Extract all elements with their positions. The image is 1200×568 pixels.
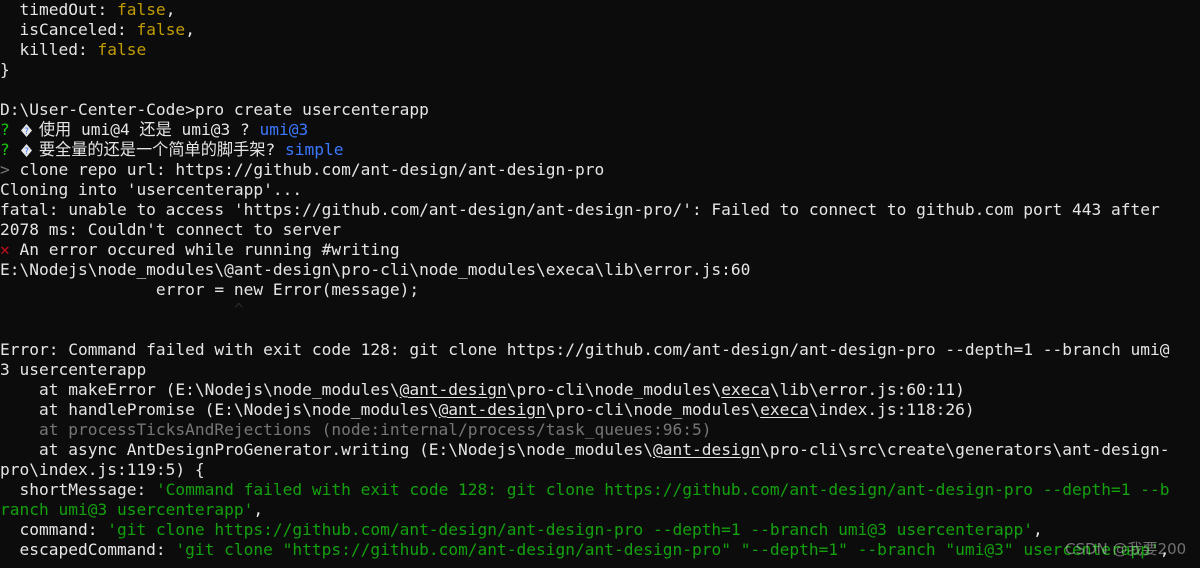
line-prompt-command: D:\User-Center-Code>pro create usercente… bbox=[0, 100, 1170, 120]
line-fatal-2: 2078 ms: Couldn't connect to server bbox=[0, 220, 1170, 240]
line-command-seg-1: 'git clone https://github.com/ant-design… bbox=[107, 520, 1034, 539]
line-command-seg-2: , bbox=[1033, 520, 1043, 539]
prompt-diamond-icon: ? bbox=[20, 140, 32, 160]
line-timedout: timedOut: false, bbox=[0, 0, 1170, 20]
svg-text:?: ? bbox=[23, 147, 28, 157]
line-blank-1 bbox=[0, 80, 1170, 100]
line-at-makeerror-seg-4: \lib\error.js:60:11) bbox=[769, 380, 965, 399]
line-timedout-seg-0: timedOut: bbox=[0, 0, 117, 19]
line-question-umi: ? ? 使用 umi@4 还是 umi@3 ? umi@3 bbox=[0, 120, 1170, 140]
line-at-handlepromise-seg-0: at handlePromise (E:\Nodejs\node_modules… bbox=[0, 400, 439, 419]
line-shortmessage: shortMessage: 'Command failed with exit … bbox=[0, 480, 1170, 500]
line-cloning-into: Cloning into 'usercenterapp'... bbox=[0, 180, 1170, 200]
line-at-handlepromise-seg-3: execa bbox=[760, 400, 809, 419]
line-clone-repo-url-seg-1: clone repo url: https://github.com/ant-d… bbox=[19, 160, 605, 179]
line-timedout-seg-1: false bbox=[116, 0, 166, 19]
line-error-wrap-seg-0: 3 usercenterapp bbox=[0, 360, 147, 379]
line-at-processticks-seg-0: at processTicksAndRejections (node:inter… bbox=[0, 420, 712, 439]
line-killed-seg-1: false bbox=[97, 40, 147, 59]
line-command: command: 'git clone https://github.com/a… bbox=[0, 520, 1170, 540]
line-iscanceled: isCanceled: false, bbox=[0, 20, 1170, 40]
terminal-window[interactable]: timedOut: false, isCanceled: false, kill… bbox=[0, 0, 1200, 568]
line-error-js-path-seg-0: E:\Nodejs\node_modules\@ant-design\pro-c… bbox=[0, 260, 751, 279]
line-caret: ^ bbox=[0, 300, 1170, 320]
prompt-diamond-icon: ? bbox=[20, 120, 32, 140]
line-iscanceled-seg-1: false bbox=[136, 20, 186, 39]
line-question-scaffold-seg-3: simple bbox=[284, 140, 344, 159]
line-at-async-generator: at async AntDesignProGenerator.writing (… bbox=[0, 440, 1170, 460]
line-at-makeerror-seg-1: @ant-design bbox=[399, 380, 507, 399]
line-shortmessage-wrap: ranch umi@3 usercenterapp', bbox=[0, 500, 1170, 520]
line-error-writing: ✕ An error occured while running #writin… bbox=[0, 240, 1170, 260]
line-error-source-seg-0: error = new Error(message); bbox=[0, 280, 420, 299]
line-caret-seg-0: ^ bbox=[0, 300, 244, 319]
line-error-writing-seg-0: ✕ bbox=[0, 240, 10, 259]
line-shortmessage-wrap-seg-1: , bbox=[253, 500, 264, 519]
line-at-processticks: at processTicksAndRejections (node:inter… bbox=[0, 420, 1170, 440]
line-cloning-into-seg-0: Cloning into 'usercenterapp'... bbox=[0, 180, 303, 199]
line-timedout-seg-2: , bbox=[165, 0, 176, 19]
line-at-async-generator-seg-2: \pro-cli\src\create\generators\ant-desig… bbox=[760, 440, 1170, 459]
line-shortmessage-seg-0: shortMessage: bbox=[0, 480, 156, 499]
line-prompt-command-seg-0: D:\User-Center-Code>pro create usercente… bbox=[0, 100, 429, 119]
line-at-handlepromise-seg-2: \pro-cli\node_modules\ bbox=[545, 400, 761, 419]
line-escapedcommand: escapedCommand: 'git clone "https://gith… bbox=[0, 540, 1170, 560]
line-killed-seg-0: killed: bbox=[0, 40, 98, 59]
line-error-wrap: 3 usercenterapp bbox=[0, 360, 1170, 380]
line-at-makeerror: at makeError (E:\Nodejs\node_modules\@an… bbox=[0, 380, 1170, 400]
terminal-output-area[interactable]: timedOut: false, isCanceled: false, kill… bbox=[0, 0, 1170, 560]
line-generator-wrap: pro\index.js:119:5) { bbox=[0, 460, 1170, 480]
line-at-makeerror-seg-2: \pro-cli\node_modules\ bbox=[506, 380, 722, 399]
line-escapedcommand-seg-2: , bbox=[1159, 540, 1170, 559]
line-question-scaffold-seg-2: 要全量的还是一个简单的脚手架? bbox=[29, 140, 285, 159]
line-iscanceled-seg-0: isCanceled: bbox=[0, 20, 137, 39]
line-fatal-1-seg-0: fatal: unable to access 'https://github.… bbox=[0, 200, 1160, 219]
line-at-handlepromise: at handlePromise (E:\Nodejs\node_modules… bbox=[0, 400, 1170, 420]
line-at-makeerror-seg-0: at makeError (E:\Nodejs\node_modules\ bbox=[0, 380, 400, 399]
line-close-brace-seg-0: } bbox=[0, 60, 10, 79]
line-error-writing-seg-1: An error occured while running #writing bbox=[9, 240, 400, 259]
line-shortmessage-wrap-seg-0: ranch umi@3 usercenterapp' bbox=[0, 500, 254, 519]
line-shortmessage-seg-1: 'Command failed with exit code 128: git … bbox=[155, 480, 1170, 499]
line-at-makeerror-seg-3: execa bbox=[721, 380, 770, 399]
line-generator-wrap-seg-0: pro\index.js:119:5) { bbox=[0, 460, 205, 479]
line-escapedcommand-seg-1: 'git clone "https://github.com/ant-desig… bbox=[175, 540, 1160, 559]
line-question-scaffold: ? ? 要全量的还是一个简单的脚手架? simple bbox=[0, 140, 1170, 160]
line-error-js-path: E:\Nodejs\node_modules\@ant-design\pro-c… bbox=[0, 260, 1170, 280]
line-fatal-2-seg-0: 2078 ms: Couldn't connect to server bbox=[0, 220, 342, 239]
line-at-handlepromise-seg-4: \index.js:118:26) bbox=[808, 400, 975, 419]
line-error-source: error = new Error(message); bbox=[0, 280, 1170, 300]
line-clone-repo-url-seg-0: > bbox=[0, 160, 20, 179]
line-question-scaffold-seg-0: ? bbox=[0, 140, 20, 159]
line-iscanceled-seg-2: , bbox=[185, 20, 195, 39]
line-blank-2 bbox=[0, 320, 1170, 340]
line-clone-repo-url: > clone repo url: https://github.com/ant… bbox=[0, 160, 1170, 180]
line-command-seg-0: command: bbox=[0, 520, 108, 539]
line-question-umi-seg-3: umi@3 bbox=[259, 120, 309, 139]
line-fatal-1: fatal: unable to access 'https://github.… bbox=[0, 200, 1170, 220]
line-killed: killed: false bbox=[0, 40, 1170, 60]
line-at-async-generator-seg-1: @ant-design bbox=[652, 440, 761, 459]
line-error-command-failed-seg-0: Error: Command failed with exit code 128… bbox=[0, 340, 1170, 359]
svg-text:?: ? bbox=[23, 127, 28, 137]
line-at-handlepromise-seg-1: @ant-design bbox=[438, 400, 546, 419]
line-error-command-failed: Error: Command failed with exit code 128… bbox=[0, 340, 1170, 360]
line-close-brace: } bbox=[0, 60, 1170, 80]
line-question-umi-seg-0: ? bbox=[0, 120, 20, 139]
line-question-umi-seg-2: 使用 umi@4 还是 umi@3 ? bbox=[29, 120, 260, 139]
line-at-async-generator-seg-0: at async AntDesignProGenerator.writing (… bbox=[0, 440, 653, 459]
line-escapedcommand-seg-0: escapedCommand: bbox=[0, 540, 176, 559]
